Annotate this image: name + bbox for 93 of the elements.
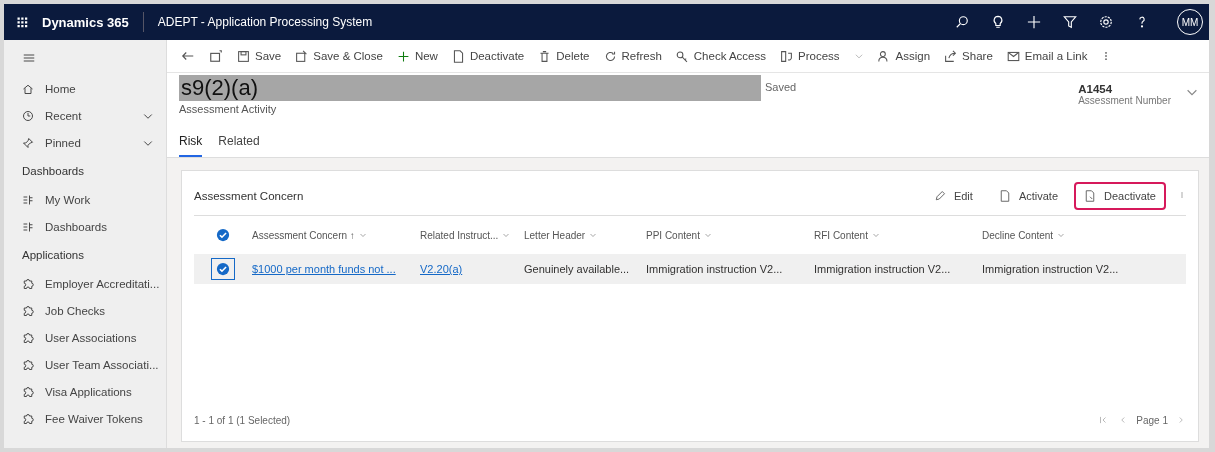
nav-item[interactable]: Recent <box>45 109 131 122</box>
document-icon <box>451 49 465 63</box>
key-icon <box>675 49 689 63</box>
app-title: ADEPT - Application Processing System <box>157 15 374 29</box>
tab[interactable]: Related <box>218 127 260 157</box>
command-button[interactable]: Check Access <box>669 46 773 66</box>
command-button[interactable]: Share <box>938 46 999 66</box>
chevron-down-icon <box>703 231 712 239</box>
document-icon <box>998 190 1011 202</box>
command-button[interactable]: Save & Close <box>289 46 389 66</box>
trash-icon <box>538 49 552 63</box>
redaction-bar: s9(2)(a) <box>179 75 761 101</box>
table-cell-text: Immigration instruction V2... <box>982 263 1120 275</box>
pencil-icon <box>933 190 946 202</box>
command-button[interactable]: Refresh <box>597 46 668 66</box>
nav-item[interactable]: Employer Accreditati... <box>45 277 160 290</box>
command-button[interactable]: Save <box>231 46 288 66</box>
column-header[interactable]: Related Instruct... <box>420 229 499 241</box>
subgrid-action-button[interactable]: Activate <box>988 182 1068 210</box>
lightbulb-icon <box>991 15 1005 29</box>
chevron-down-icon <box>502 231 511 239</box>
chevron-down-icon <box>853 51 864 61</box>
filter-icon <box>1063 15 1077 29</box>
nav-item[interactable]: Visa Applications <box>45 385 154 398</box>
chevron-down-icon <box>589 231 598 239</box>
document-icon <box>1084 190 1096 202</box>
dashboard-icon <box>22 193 34 206</box>
nav-item[interactable]: My Work <box>45 193 154 206</box>
puzzle-icon <box>22 277 34 290</box>
settings-icon <box>1099 15 1113 29</box>
plus-icon <box>1027 15 1041 29</box>
search-icon <box>955 15 969 29</box>
chevron-down-icon <box>1057 231 1066 239</box>
app-launcher-icon <box>16 16 28 28</box>
popout-icon <box>209 49 223 63</box>
subgrid-title: Assessment Concern <box>194 190 305 202</box>
column-header[interactable]: Letter Header <box>524 229 586 241</box>
envelope-icon <box>1006 49 1020 63</box>
nav-section-title: Applications <box>21 248 85 263</box>
column-header[interactable]: Assessment Concern ↑ <box>252 229 355 241</box>
puzzle-icon <box>22 304 34 317</box>
process-icon <box>780 49 794 63</box>
nav-item[interactable]: User Associations <box>45 331 154 344</box>
clock-icon <box>22 109 34 122</box>
column-header[interactable]: PPI Content <box>646 229 700 241</box>
entity-type: Assessment Activity <box>179 103 278 115</box>
refresh-icon <box>603 49 617 63</box>
nav-item[interactable]: Job Checks <box>45 304 154 317</box>
subgrid-action-button[interactable]: Deactivate <box>1074 182 1166 210</box>
page-indicator: Page 1 <box>1136 414 1168 426</box>
puzzle-icon <box>22 385 34 398</box>
save-icon <box>237 49 250 63</box>
table-cell-text: Immigration instruction V2... <box>814 263 952 275</box>
column-header[interactable]: Decline Content <box>982 229 1054 241</box>
back-arrow-icon <box>181 49 195 63</box>
puzzle-icon <box>22 412 34 425</box>
row-checkbox[interactable] <box>216 262 230 276</box>
dashboard-icon <box>22 220 34 233</box>
command-button[interactable]: Deactivate <box>445 46 531 66</box>
subgrid-action-button[interactable]: Edit <box>923 182 983 210</box>
nav-item[interactable]: Pinned <box>45 136 131 149</box>
save-status: Saved <box>765 81 798 93</box>
nav-section-title: Dashboards <box>21 164 85 179</box>
plus-icon <box>396 49 410 63</box>
command-button[interactable]: Email a Link <box>1000 46 1094 66</box>
chevron-down-icon <box>871 231 880 239</box>
menu-icon <box>22 52 36 64</box>
table-link[interactable]: V2.20(a) <box>420 263 524 275</box>
first-page-icon <box>1098 415 1109 425</box>
command-button[interactable]: New <box>390 46 444 66</box>
command-button[interactable]: Assign <box>871 46 937 66</box>
share-icon <box>944 49 958 63</box>
pin-icon <box>22 136 34 149</box>
nav-item[interactable]: Dashboards <box>45 220 154 233</box>
table-cell-text: Genuinely available... <box>524 263 631 275</box>
nav-item[interactable]: User Team Associati... <box>45 358 159 371</box>
field-label: Assessment Number <box>1078 95 1171 106</box>
command-button[interactable]: Delete <box>532 46 596 66</box>
command-button[interactable]: Process <box>774 46 846 66</box>
table-cell-text: Immigration instruction V2... <box>646 263 784 275</box>
record-count: 1 - 1 of 1 (1 Selected) <box>194 414 291 426</box>
save-close-icon <box>295 49 309 63</box>
record-number: A1454 <box>1078 83 1114 95</box>
chevron-down-icon <box>358 231 367 239</box>
nav-item[interactable]: Fee Waiver Tokens <box>45 412 154 425</box>
puzzle-icon <box>22 331 34 344</box>
select-all-checkbox[interactable] <box>216 228 230 242</box>
nav-item[interactable]: Home <box>45 82 154 95</box>
table-link[interactable]: $1000 per month funds not ... <box>252 263 420 275</box>
puzzle-icon <box>22 358 34 371</box>
brand-name[interactable]: Dynamics 365 <box>42 14 129 30</box>
column-header[interactable]: RFI Content <box>814 229 868 241</box>
home-icon <box>22 82 34 95</box>
